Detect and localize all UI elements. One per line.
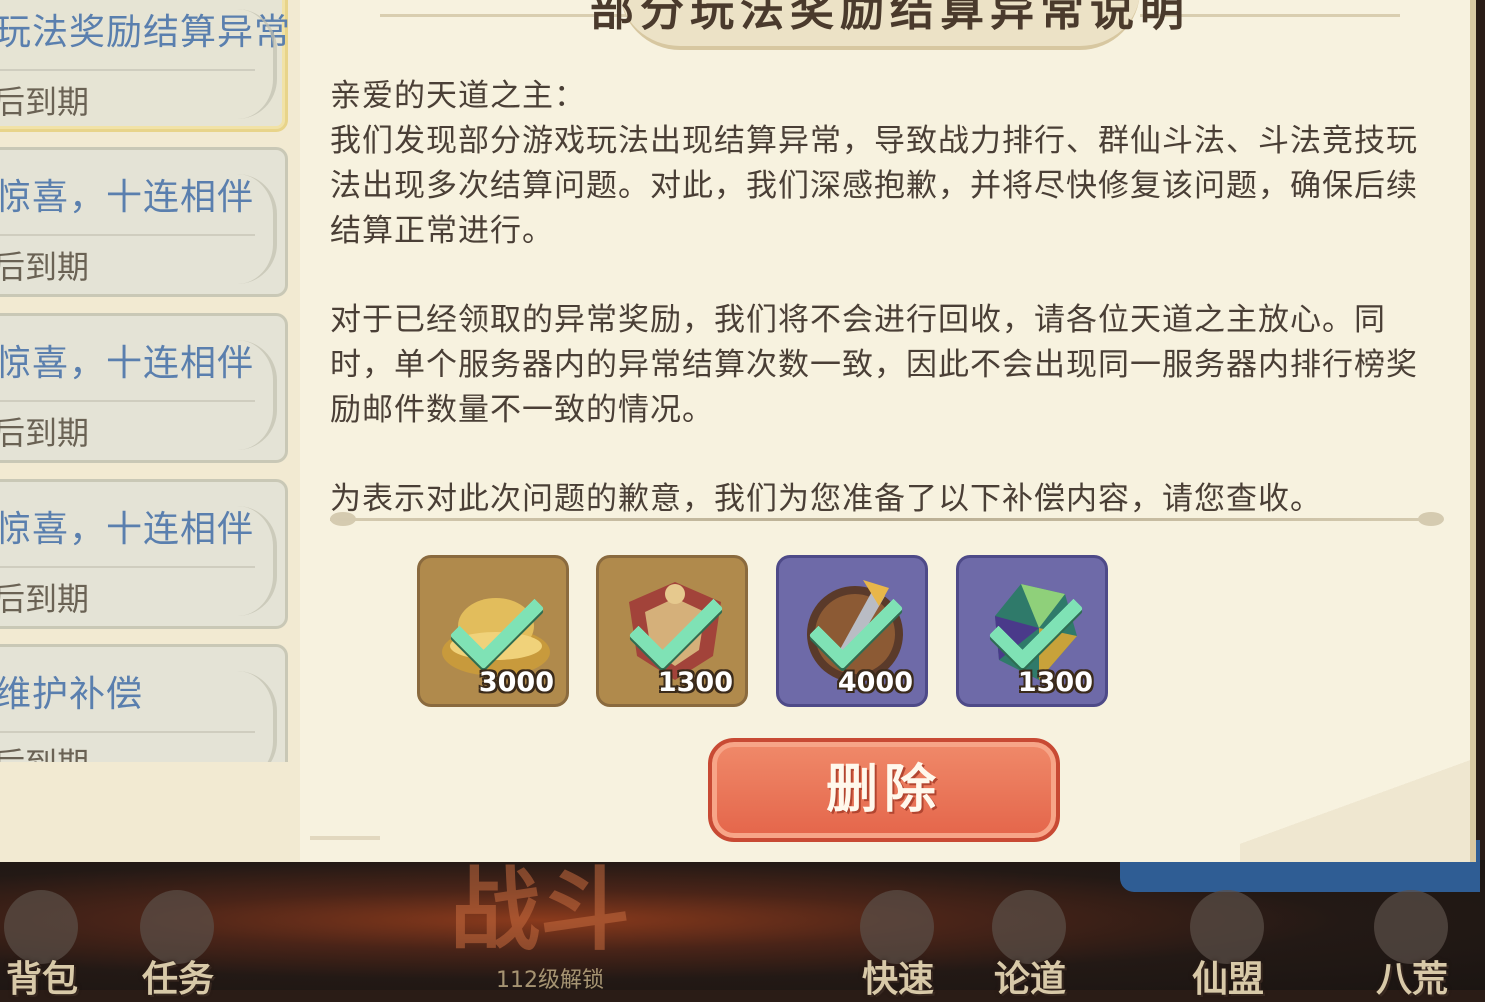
battle-unlock-text: 112级解锁 (496, 968, 604, 993)
nav-tasks[interactable]: 任务 (118, 880, 238, 1000)
mail-item[interactable]: 玩法奖励结算异常 后到期 (0, 0, 290, 132)
reward-count: 1300 (1017, 667, 1093, 698)
mail-item[interactable]: 惊喜，十连相伴 后到期 (0, 147, 288, 297)
nav-bag-label: 背包 (5, 959, 78, 1000)
scroll-curl-icon (213, 506, 277, 616)
nav-debate[interactable]: 论道 (970, 880, 1090, 1000)
reward-slot[interactable]: 4000 (776, 555, 928, 707)
nav-bag[interactable]: 背包 (0, 880, 102, 1000)
nav-alliance[interactable]: 仙盟 (1168, 880, 1288, 1000)
mail-item-expire: 后到期 (0, 248, 90, 286)
scroll-curl-icon (213, 9, 277, 119)
scroll-curl-icon (213, 671, 277, 762)
scroll-curl-icon (213, 340, 277, 450)
reward-count: 4000 (837, 667, 913, 698)
nav-quick[interactable]: 快速 (838, 880, 958, 1000)
mail-list-panel: 玩法奖励结算异常 后到期 惊喜，十连相伴 后到期 惊喜，十连相伴 后到期 惊喜，… (0, 0, 300, 862)
nav-tasks-label: 任务 (141, 959, 214, 1000)
mail-detail-panel: 部分玩法奖励结算异常说明 亲爱的天道之主： 我们发现部分游戏玩法出现结算异常，导… (300, 0, 1476, 862)
mail-item-expire: 后到期 (0, 414, 90, 452)
mail-item-title: 维护补偿 (0, 674, 144, 715)
nav-quick-label: 快速 (861, 959, 934, 1000)
corner-decoration (1240, 742, 1470, 862)
reward-count: 1300 (657, 667, 733, 698)
reward-slot[interactable]: 3000 (417, 555, 569, 707)
nav-debate-label: 论道 (993, 959, 1066, 1000)
mail-item[interactable]: 惊喜，十连相伴 后到期 (0, 313, 288, 463)
delete-button[interactable]: 删除 (708, 738, 1060, 842)
mail-item-expire: 后到期 (0, 580, 90, 618)
decorative-stroke (310, 836, 380, 840)
nav-wilds-label: 八荒 (1375, 959, 1448, 1000)
reward-divider (330, 518, 1440, 521)
mail-item-expire: 后到期 (0, 739, 89, 762)
mail-paragraph-1: 我们发现部分游戏玩法出现结算异常，导致战力排行、群仙斗法、斗法竞技玩法出现多次结… (330, 123, 1418, 249)
rule-cap-right (1418, 512, 1444, 526)
mail-item-expire: 后到期 (0, 83, 90, 121)
nav-wilds[interactable]: 八荒 (1352, 880, 1472, 1000)
mail-paragraph-3: 为表示对此次问题的歉意，我们为您准备了以下补偿内容，请您查收。 (330, 481, 1322, 517)
nav-alliance-label: 仙盟 (1191, 959, 1264, 1000)
reward-slot[interactable]: 1300 (596, 555, 748, 707)
mail-paragraph-2: 对于已经领取的异常奖励，我们将不会进行回收，请各位天道之主放心。同时，单个服务器… (330, 302, 1418, 428)
reward-count: 3000 (478, 667, 554, 698)
mail-title: 部分玩法奖励结算异常说明 (590, 0, 1190, 36)
battle-button[interactable]: 战斗 (430, 860, 650, 960)
mail-item[interactable]: 维护补偿 后到期 (0, 644, 288, 762)
mail-body: 亲爱的天道之主： 我们发现部分游戏玩法出现结算异常，导致战力排行、群仙斗法、斗法… (330, 74, 1440, 522)
mail-item[interactable]: 惊喜，十连相伴 后到期 (0, 479, 288, 629)
mail-list-scroll[interactable]: 玩法奖励结算异常 后到期 惊喜，十连相伴 后到期 惊喜，十连相伴 后到期 惊喜，… (0, 0, 295, 762)
reward-slot[interactable]: 1300 (956, 555, 1108, 707)
mail-list-footer (0, 762, 300, 862)
scroll-curl-icon (213, 174, 277, 284)
mail-greeting: 亲爱的天道之主： (330, 78, 586, 114)
